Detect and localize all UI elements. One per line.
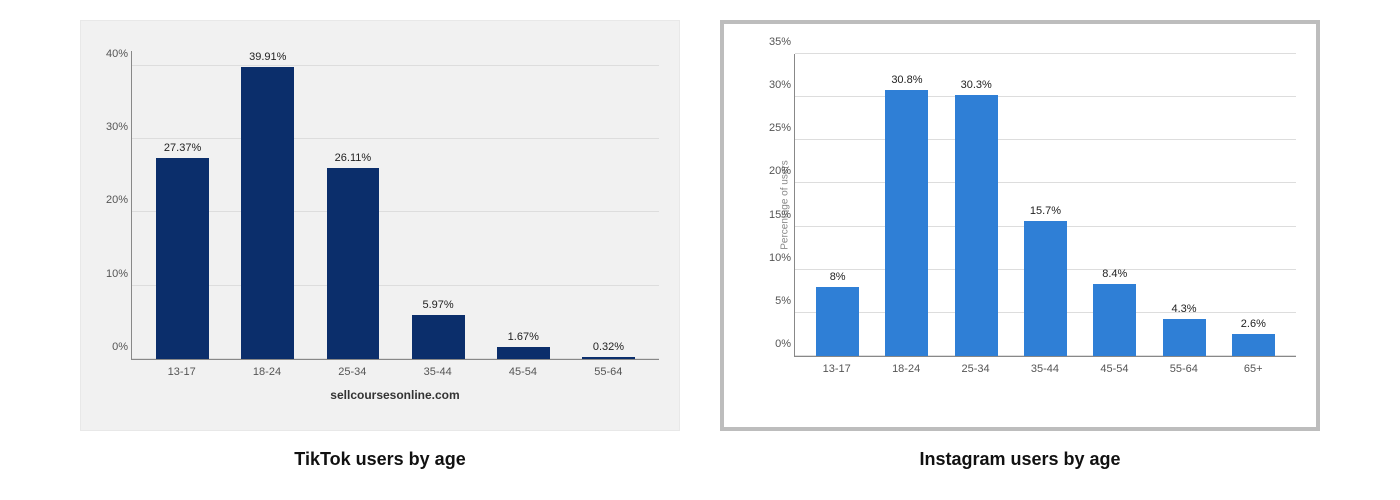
tiktok-bar-0: 27.37% bbox=[140, 51, 225, 359]
instagram-bar-2: 30.3% bbox=[942, 54, 1011, 356]
instagram-bar-5: 4.3% bbox=[1149, 54, 1218, 356]
tiktok-bar-2: 26.11% bbox=[310, 51, 395, 359]
instagram-y-tick-0: 0% bbox=[753, 338, 791, 350]
instagram-bar-0: 8% bbox=[803, 54, 872, 356]
instagram-bar-6: 2.6% bbox=[1219, 54, 1288, 356]
instagram-caption: Instagram users by age bbox=[720, 449, 1320, 470]
instagram-x-tick-3: 35-44 bbox=[1010, 363, 1079, 375]
instagram-bar-label-6: 2.6% bbox=[1241, 318, 1266, 330]
instagram-chart-box: Percentage of users 0% 5% 10% 15% 20% 25… bbox=[720, 20, 1320, 431]
tiktok-x-tick-1: 18-24 bbox=[224, 366, 309, 378]
instagram-bar-label-3: 15.7% bbox=[1030, 205, 1061, 217]
tiktok-bar-3: 5.97% bbox=[396, 51, 481, 359]
tiktok-bar-5: 0.32% bbox=[566, 51, 651, 359]
tiktok-y-tick-2: 20% bbox=[90, 194, 128, 206]
instagram-bar-4: 8.4% bbox=[1080, 54, 1149, 356]
instagram-bar-label-5: 4.3% bbox=[1172, 303, 1197, 315]
instagram-y-tick-2: 10% bbox=[753, 252, 791, 264]
tiktok-bars: 27.37% 39.91% 26.11% 5.97% 1.67% bbox=[132, 51, 659, 359]
tiktok-y-tick-4: 40% bbox=[90, 48, 128, 60]
instagram-bar-label-4: 8.4% bbox=[1102, 268, 1127, 280]
instagram-x-tick-4: 45-54 bbox=[1080, 363, 1149, 375]
tiktok-bar-label-1: 39.91% bbox=[249, 51, 286, 63]
tiktok-plot-area: 0% 10% 20% 30% 40% 27.37% 39.91% 26.11% bbox=[131, 51, 659, 360]
tiktok-source: sellcoursesonline.com bbox=[131, 388, 659, 402]
instagram-y-tick-6: 30% bbox=[753, 79, 791, 91]
instagram-y-tick-3: 15% bbox=[753, 209, 791, 221]
tiktok-x-axis: 13-17 18-24 25-34 35-44 45-54 55-64 bbox=[131, 360, 659, 378]
tiktok-chart-box: 0% 10% 20% 30% 40% 27.37% 39.91% 26.11% bbox=[80, 20, 680, 431]
tiktok-panel: 0% 10% 20% 30% 40% 27.37% 39.91% 26.11% bbox=[80, 20, 680, 470]
tiktok-bar-label-4: 1.67% bbox=[508, 331, 539, 343]
tiktok-bar-1: 39.91% bbox=[225, 51, 310, 359]
instagram-x-axis: 13-17 18-24 25-34 35-44 45-54 55-64 65+ bbox=[794, 357, 1296, 375]
instagram-bars: 8% 30.8% 30.3% 15.7% 8.4% bbox=[795, 54, 1296, 356]
instagram-plot-area: Percentage of users 0% 5% 10% 15% 20% 25… bbox=[794, 54, 1296, 357]
instagram-bar-1: 30.8% bbox=[872, 54, 941, 356]
tiktok-bar-4: 1.67% bbox=[481, 51, 566, 359]
tiktok-y-tick-0: 0% bbox=[90, 341, 128, 353]
instagram-x-tick-6: 65+ bbox=[1219, 363, 1288, 375]
instagram-y-tick-1: 5% bbox=[753, 295, 791, 307]
instagram-y-tick-5: 25% bbox=[753, 122, 791, 134]
instagram-x-tick-5: 55-64 bbox=[1149, 363, 1218, 375]
tiktok-bar-label-5: 0.32% bbox=[593, 341, 624, 353]
tiktok-y-tick-1: 10% bbox=[90, 268, 128, 280]
instagram-x-tick-1: 18-24 bbox=[871, 363, 940, 375]
instagram-bar-3: 15.7% bbox=[1011, 54, 1080, 356]
instagram-y-tick-4: 20% bbox=[753, 165, 791, 177]
tiktok-x-tick-3: 35-44 bbox=[395, 366, 480, 378]
instagram-panel: Percentage of users 0% 5% 10% 15% 20% 25… bbox=[720, 20, 1320, 470]
tiktok-x-tick-2: 25-34 bbox=[310, 366, 395, 378]
instagram-bar-label-2: 30.3% bbox=[961, 79, 992, 91]
instagram-x-tick-2: 25-34 bbox=[941, 363, 1010, 375]
tiktok-x-tick-4: 45-54 bbox=[480, 366, 565, 378]
instagram-x-tick-0: 13-17 bbox=[802, 363, 871, 375]
tiktok-y-tick-3: 30% bbox=[90, 121, 128, 133]
tiktok-caption: TikTok users by age bbox=[80, 449, 680, 470]
instagram-bar-label-0: 8% bbox=[830, 271, 846, 283]
tiktok-bar-label-0: 27.37% bbox=[164, 142, 201, 154]
instagram-y-tick-7: 35% bbox=[753, 36, 791, 48]
tiktok-x-tick-0: 13-17 bbox=[139, 366, 224, 378]
tiktok-x-tick-5: 55-64 bbox=[566, 366, 651, 378]
tiktok-bar-label-3: 5.97% bbox=[423, 299, 454, 311]
instagram-bar-label-1: 30.8% bbox=[891, 74, 922, 86]
tiktok-bar-label-2: 26.11% bbox=[335, 152, 372, 164]
